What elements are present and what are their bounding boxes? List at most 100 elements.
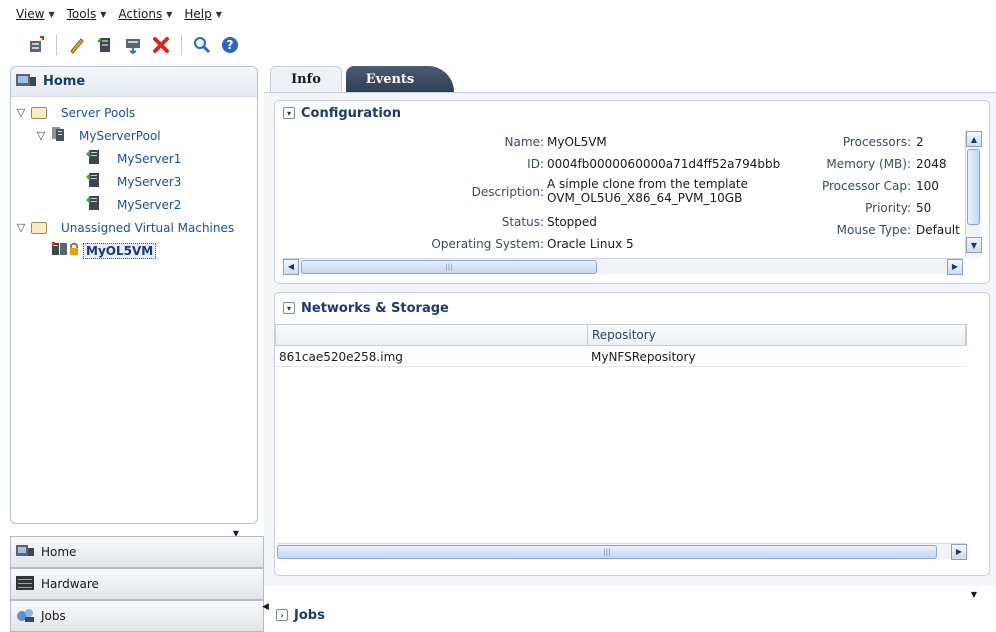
id-label: ID: xyxy=(527,157,544,171)
navigator-panel: Home ▽ Server Pools ▽ MyServerPool MySer… xyxy=(10,66,258,524)
config-value: 2048 xyxy=(916,157,947,171)
config-label: Mouse Type: xyxy=(837,223,911,237)
tree-item-label: Server Pools xyxy=(61,105,136,120)
description-value-line2: OVM_OL5U6_X86_64_PVM_10GB xyxy=(547,191,743,205)
config-label: Name: xyxy=(505,135,544,149)
processors-value: 2 xyxy=(916,135,924,149)
tab-info[interactable]: Info xyxy=(270,66,342,92)
delete-icon[interactable] xyxy=(151,35,171,55)
jobs-bar[interactable]: › Jobs xyxy=(276,603,325,627)
column-header-repository[interactable]: Repository xyxy=(588,325,966,345)
accordion-hardware[interactable]: Hardware xyxy=(10,568,264,600)
tree-item-server[interactable]: MyServer3 xyxy=(11,170,257,193)
config-label: ID: xyxy=(527,157,544,171)
accordion-home-label: Home xyxy=(41,545,77,559)
tree-item-vm-selected[interactable]: MyOL5VM xyxy=(11,239,257,262)
expand-triangle-icon[interactable]: ▽ xyxy=(15,106,27,119)
networks-storage-title: Networks & Storage xyxy=(301,300,449,316)
config-value: 100 xyxy=(916,179,939,193)
table-cell-repository: MyNFSRepository xyxy=(591,349,696,364)
config-value: 0004fb0000060000a71d4ff52a794bbb xyxy=(547,157,780,171)
scroll-left-icon[interactable]: ◀ xyxy=(283,258,299,275)
scroll-right-icon[interactable]: ▶ xyxy=(947,258,963,275)
networks-storage-header[interactable]: ▾ Networks & Storage xyxy=(275,293,989,323)
table-row[interactable]: 861cae520e258.img MyNFSRepository xyxy=(275,347,967,367)
scroll-up-icon[interactable]: ▲ xyxy=(966,131,982,147)
config-value: Default xyxy=(916,223,960,237)
mouse-type-value: Default xyxy=(916,223,960,237)
column-header-file[interactable] xyxy=(276,325,588,345)
processor-cap-value: 100 xyxy=(916,179,939,193)
tree-item-server[interactable]: MyServer2 xyxy=(11,193,257,216)
status-label: Status: xyxy=(501,215,544,229)
chevron-down-icon: ▼ xyxy=(166,9,173,19)
navigator-title: Home xyxy=(43,74,86,89)
expand-triangle-icon[interactable]: ▽ xyxy=(15,221,27,234)
tree-item-server[interactable]: MyServer1 xyxy=(11,147,257,170)
config-horizontal-scrollbar[interactable]: ◀ ||| ▶ xyxy=(283,258,963,275)
server-running-icon xyxy=(85,172,101,191)
configuration-section: ▾ Configuration Name: MyOL5VM ID: 0004fb… xyxy=(274,100,990,284)
expand-chevron-icon[interactable]: › xyxy=(276,609,288,621)
menu-actions[interactable]: Actions ▼ xyxy=(118,7,172,21)
server-running-icon xyxy=(85,195,101,214)
collapse-chevron-icon[interactable]: ▾ xyxy=(283,107,295,119)
edit-icon[interactable] xyxy=(67,35,87,55)
tree-item-unassigned-vms[interactable]: ▽ Unassigned Virtual Machines xyxy=(11,216,257,239)
tree-item-server-pools[interactable]: ▽ Server Pools xyxy=(11,101,257,124)
chevron-down-icon: ▼ xyxy=(100,9,107,19)
name-label: Name: xyxy=(504,135,544,149)
table-cell-file: 861cae520e258.img xyxy=(279,349,403,364)
help-icon[interactable]: ? xyxy=(220,35,240,55)
chevron-down-icon: ▼ xyxy=(48,9,55,19)
config-value: MyOL5VM xyxy=(547,135,607,149)
tab-events[interactable]: Events xyxy=(346,66,454,92)
tree-item-label: Unassigned Virtual Machines xyxy=(61,220,235,235)
toolbar-separator xyxy=(181,35,182,55)
scroll-right-icon[interactable]: ▶ xyxy=(951,543,967,560)
config-label: Status: xyxy=(502,215,544,229)
name-value: MyOL5VM xyxy=(547,135,607,149)
clone-icon[interactable] xyxy=(95,35,115,55)
menu-help[interactable]: Help ▼ xyxy=(184,7,222,21)
menu-actions-label: Actions xyxy=(118,7,163,21)
menu-view[interactable]: View ▼ xyxy=(16,7,55,21)
create-vm-icon[interactable] xyxy=(26,35,46,55)
migrate-icon[interactable] xyxy=(123,35,143,55)
navigator-tree: ▽ Server Pools ▽ MyServerPool MyServer1 … xyxy=(11,97,257,262)
memory-value: 2048 xyxy=(916,157,947,171)
networks-storage-section: ▾ Networks & Storage Repository 861cae52… xyxy=(274,292,990,576)
scroll-down-icon[interactable]: ▼ xyxy=(966,237,982,253)
scroll-thumb[interactable]: ||| xyxy=(277,544,937,559)
expand-triangle-icon[interactable]: ▽ xyxy=(35,129,47,142)
config-label: Priority: xyxy=(865,201,911,215)
chevron-down-icon: ▼ xyxy=(215,9,222,19)
menu-tools[interactable]: Tools ▼ xyxy=(67,7,107,21)
menu-view-label: View xyxy=(16,7,45,21)
id-value: 0004fb0000060000a71d4ff52a794bbb xyxy=(547,157,781,171)
accordion-jobs[interactable]: Jobs xyxy=(10,600,264,632)
os-label: Operating System: xyxy=(431,237,544,251)
splitter-collapse-button[interactable]: ▼ xyxy=(958,590,990,599)
accordion-home[interactable]: Home xyxy=(10,536,264,568)
tree-item-server-pool[interactable]: ▽ MyServerPool xyxy=(11,124,257,147)
description-value-line1: A simple clone from the template xyxy=(547,177,748,191)
menu-bar: View ▼ Tools ▼ Actions ▼ Help ▼ xyxy=(0,0,996,28)
config-label: Operating System: xyxy=(431,237,544,251)
tab-info-label: Info xyxy=(291,72,321,87)
storage-horizontal-scrollbar[interactable]: ||| ▶ xyxy=(277,543,967,560)
search-icon[interactable] xyxy=(192,35,212,55)
tree-item-label: MyOL5VM xyxy=(83,242,157,259)
config-vertical-scrollbar[interactable]: ▲ ▼ xyxy=(965,131,982,257)
configuration-header[interactable]: ▾ Configuration xyxy=(275,101,989,125)
tree-item-label: MyServerPool xyxy=(79,128,161,143)
processors-label: Processors: xyxy=(842,135,911,149)
scroll-thumb[interactable] xyxy=(967,149,980,225)
os-value: Oracle Linux 5 xyxy=(547,237,634,251)
server-running-icon xyxy=(85,149,101,168)
panel-collapse-handle-icon[interactable]: ◀ xyxy=(262,602,269,612)
collapse-chevron-icon[interactable]: ▾ xyxy=(283,302,295,314)
scroll-thumb[interactable]: ||| xyxy=(301,259,597,274)
hardware-icon xyxy=(15,575,35,594)
home-icon xyxy=(15,543,35,562)
